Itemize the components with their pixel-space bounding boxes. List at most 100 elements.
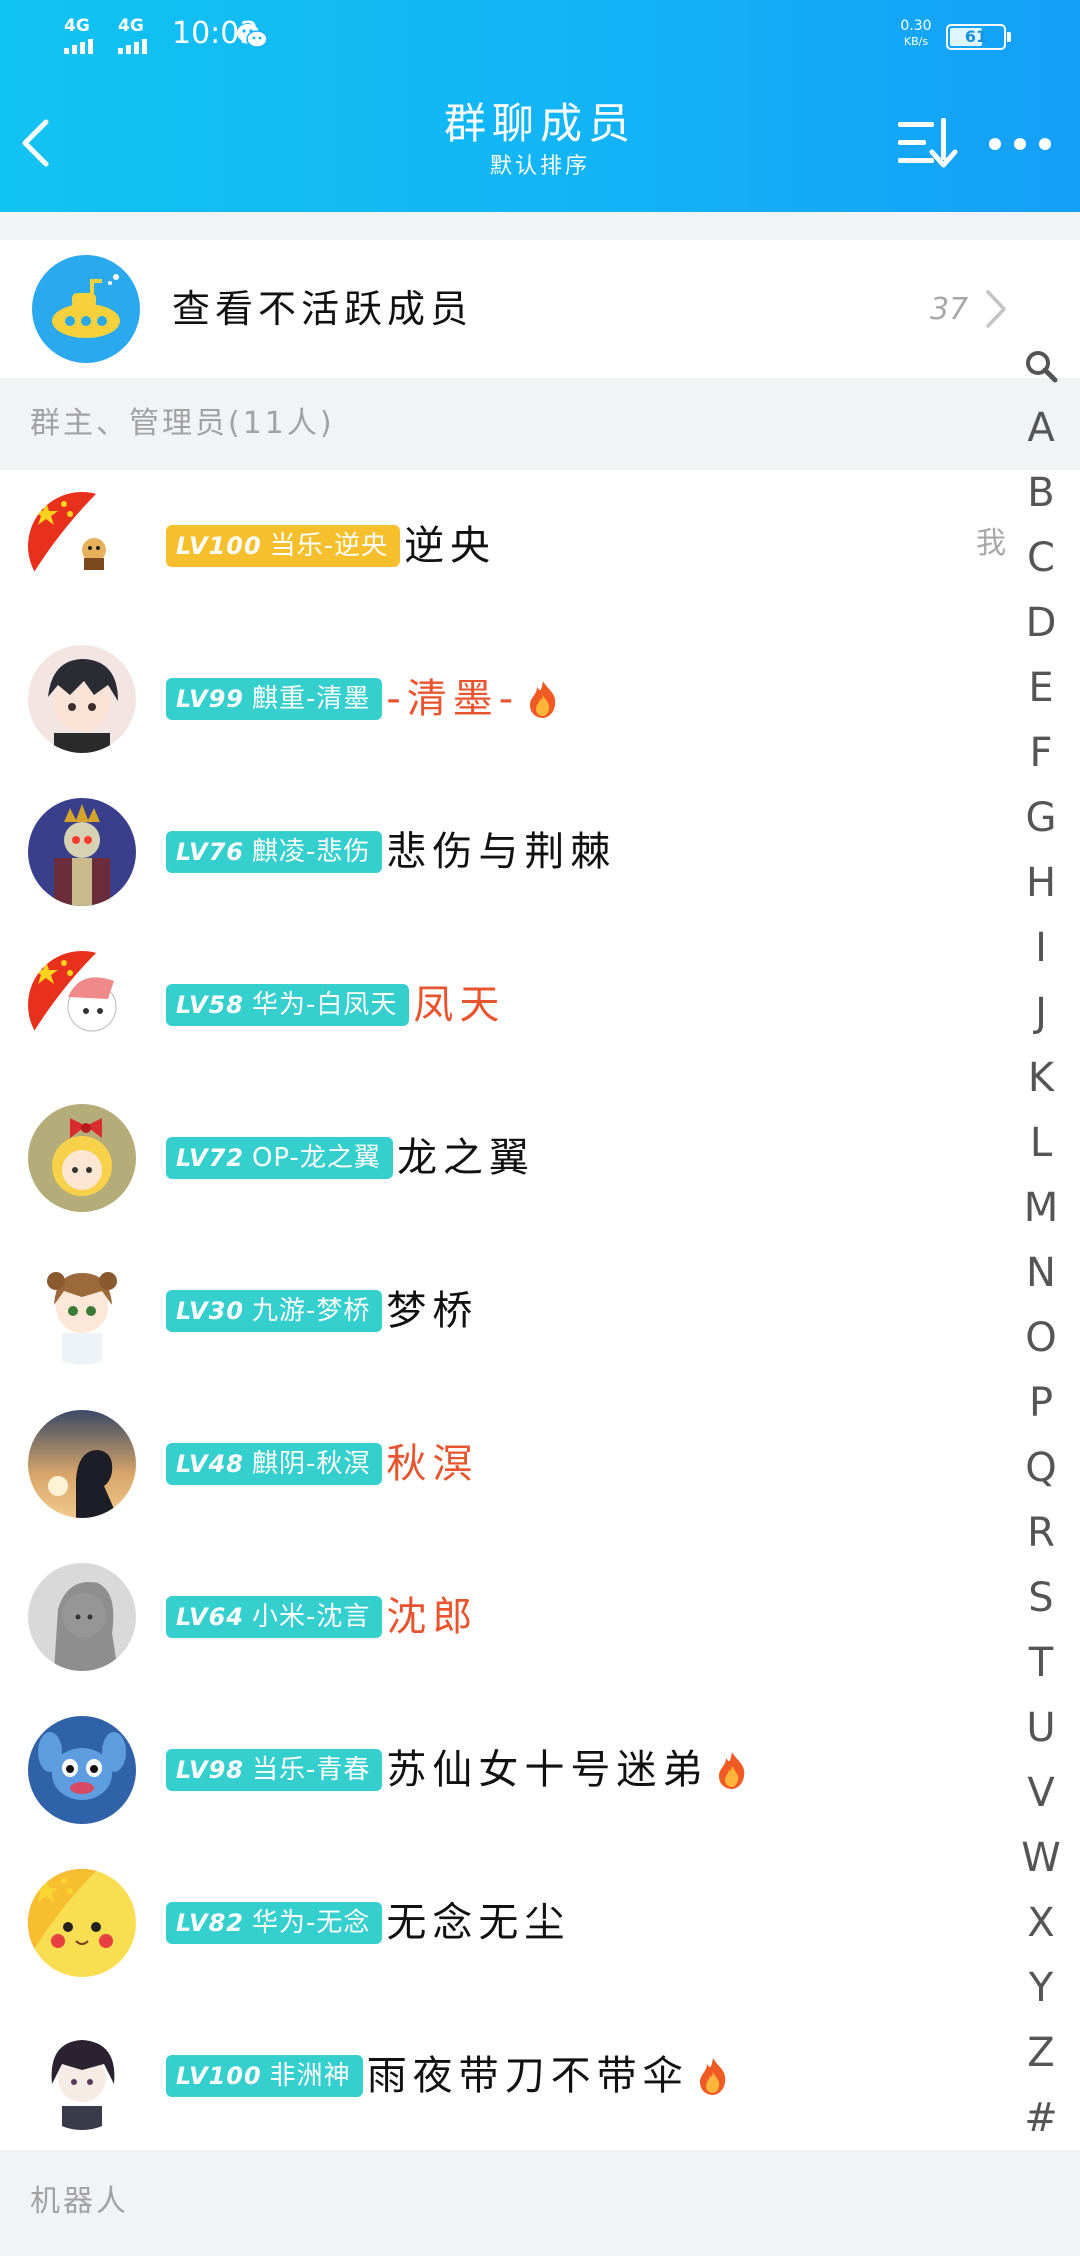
member-group-title: 华为-无念 (251, 1908, 371, 1938)
index-letter[interactable]: A (1010, 396, 1072, 461)
member-level: LV76 (176, 838, 244, 866)
chevron-right-icon (986, 290, 1006, 328)
dark-hair-avatar[interactable] (28, 2022, 136, 2130)
fire-icon (695, 2056, 731, 2096)
sakura-avatar[interactable] (28, 1257, 136, 1365)
member-level: LV64 (176, 1603, 244, 1631)
member-info: LV82 华为-无念 无念无尘 (166, 1893, 570, 1953)
member-info: LV100 非洲神 雨夜带刀不带伞 (166, 2046, 731, 2106)
index-letter[interactable]: L (1010, 1111, 1072, 1176)
index-letter[interactable]: # (1010, 2086, 1072, 2151)
index-letter[interactable]: G (1010, 786, 1072, 851)
flag-cat-avatar[interactable] (28, 492, 136, 600)
member-row[interactable]: LV48 麒阴-秋溟 秋溟 (0, 1388, 1080, 1541)
member-nickname: 凤天 (413, 982, 506, 1028)
stitch-avatar[interactable] (28, 1716, 136, 1824)
fire-icon (525, 679, 561, 719)
member-row[interactable]: LV98 当乐-青春 苏仙女十号迷弟 (0, 1694, 1080, 1847)
member-row[interactable]: LV100 非洲神 雨夜带刀不带伞 (0, 2000, 1080, 2153)
member-nickname: 悲伤与荆棘 (386, 829, 617, 875)
index-letter[interactable]: E (1010, 656, 1072, 721)
member-row[interactable]: LV72 OP-龙之翼 龙之翼 (0, 1082, 1080, 1235)
member-group-title: 当乐-青春 (251, 1755, 371, 1785)
alphabet-index: A B C D E F G H I J K L M N O P Q R S T U V W X Y Z # (1010, 338, 1072, 2151)
pikachu-avatar[interactable] (28, 1869, 136, 1977)
member-list: LV100 当乐-逆央 逆央我 LV99 麒重-清墨 -清墨- LV76 麒凌-悲伤 悲伤与荆棘… (0, 470, 1080, 2153)
network-speed: 0.30 KB/s (896, 18, 936, 50)
member-level-badge: LV98 当乐-青春 (166, 1749, 383, 1791)
member-level: LV99 (176, 685, 244, 713)
member-group-title: 麒阴-秋溟 (251, 1449, 371, 1479)
inactive-members-row[interactable]: 查看不活跃成员 37 (0, 240, 1080, 378)
member-info: LV76 麒凌-悲伤 悲伤与荆棘 (166, 822, 616, 882)
member-nickname: 梦桥 (386, 1288, 479, 1334)
index-letter[interactable]: X (1010, 1891, 1072, 1956)
member-row[interactable]: LV30 九游-梦桥 梦桥 (0, 1235, 1080, 1388)
member-level: LV30 (176, 1297, 244, 1325)
section-title-admins: 群主、管理员(11人) (30, 406, 335, 441)
member-level-badge: LV72 OP-龙之翼 (166, 1137, 393, 1179)
sunset-avatar[interactable] (28, 1410, 136, 1518)
submarine-avatar-icon (32, 255, 140, 363)
member-level-badge: LV82 华为-无念 (166, 1902, 383, 1944)
index-letter[interactable]: Z (1010, 2021, 1072, 2086)
back-button[interactable] (10, 102, 70, 182)
member-nickname: 秋溟 (386, 1441, 479, 1487)
doll-avatar[interactable] (28, 1104, 136, 1212)
index-letter[interactable]: C (1010, 526, 1072, 591)
index-letter[interactable]: O (1010, 1306, 1072, 1371)
index-letter[interactable]: Q (1010, 1436, 1072, 1501)
index-letter[interactable]: V (1010, 1761, 1072, 1826)
member-row[interactable]: LV76 麒凌-悲伤 悲伤与荆棘 (0, 776, 1080, 929)
member-row[interactable]: LV100 当乐-逆央 逆央 我 (0, 470, 1080, 623)
flag-anime-avatar[interactable] (28, 951, 136, 1059)
battery-icon: 61 (946, 24, 1011, 50)
grey-girl-avatar[interactable] (28, 1563, 136, 1671)
boy-avatar[interactable] (28, 645, 136, 753)
section-header-robots: 机器人 (0, 2150, 1080, 2256)
more-button[interactable] (982, 112, 1062, 176)
member-row[interactable]: LV64 小米-沈言 沈郎 (0, 1541, 1080, 1694)
member-level-badge: LV99 麒重-清墨 (166, 678, 383, 720)
member-info: LV64 小米-沈言 沈郎 (166, 1587, 478, 1647)
index-letter[interactable]: W (1010, 1826, 1072, 1891)
sim2-label: 4G (118, 16, 144, 36)
index-letter[interactable]: S (1010, 1566, 1072, 1631)
index-letter[interactable]: J (1010, 981, 1072, 1046)
index-letter[interactable]: D (1010, 591, 1072, 656)
member-nickname: 龙之翼 (396, 1135, 535, 1181)
index-letter[interactable]: K (1010, 1046, 1072, 1111)
network-speed-value: 0.30 (900, 18, 932, 34)
index-letter[interactable]: F (1010, 721, 1072, 786)
index-search-icon[interactable] (1010, 338, 1072, 396)
skeleton-king-avatar[interactable] (28, 798, 136, 906)
index-letter[interactable]: H (1010, 851, 1072, 916)
member-row[interactable]: LV58 华为-白凤天 凤天 (0, 929, 1080, 1082)
back-arrow-icon (22, 119, 49, 167)
member-level-badge: LV100 非洲神 (166, 2055, 363, 2097)
index-letter[interactable]: P (1010, 1371, 1072, 1436)
index-letter[interactable]: N (1010, 1241, 1072, 1306)
top-header: 4G 4G 10:03 0.30 KB/s 61 群聊成员 默认排序 (0, 0, 1080, 212)
member-group-title: 非洲神 (269, 2061, 351, 2091)
sort-button[interactable] (890, 112, 960, 176)
member-group-title: 小米-沈言 (251, 1602, 371, 1632)
index-letter[interactable]: I (1010, 916, 1072, 981)
inactive-members-count: 37 (930, 292, 969, 327)
member-level: LV72 (176, 1144, 244, 1172)
index-letter[interactable]: Y (1010, 1956, 1072, 2021)
me-tag: 我 (976, 526, 1006, 561)
member-row[interactable]: LV99 麒重-清墨 -清墨- (0, 623, 1080, 776)
nav-bar: 群聊成员 默认排序 (0, 72, 1080, 212)
title-block: 群聊成员 默认排序 (340, 98, 740, 182)
battery-level: 61 (964, 27, 988, 46)
top-spacer (0, 212, 1080, 240)
index-letter[interactable]: M (1010, 1176, 1072, 1241)
member-nickname: 逆央 (404, 523, 497, 569)
index-letter[interactable]: U (1010, 1696, 1072, 1761)
index-letter[interactable]: T (1010, 1631, 1072, 1696)
member-level: LV98 (176, 1756, 244, 1784)
member-row[interactable]: LV82 华为-无念 无念无尘 (0, 1847, 1080, 2000)
index-letter[interactable]: R (1010, 1501, 1072, 1566)
index-letter[interactable]: B (1010, 461, 1072, 526)
